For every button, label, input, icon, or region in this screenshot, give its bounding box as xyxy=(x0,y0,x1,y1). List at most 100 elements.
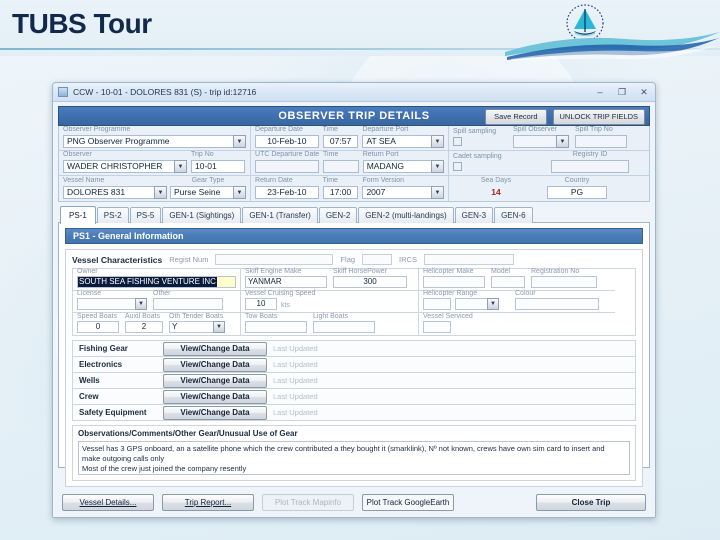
tab-gen-2-multi-landings[interactable]: GEN-2 (multi-landings) xyxy=(358,207,454,223)
fishing-gear-view-change-button[interactable]: View/Change Data xyxy=(163,341,267,356)
field-label: Observer Programme xyxy=(63,126,131,133)
section-title: PS1 - General Information xyxy=(65,228,643,244)
spill-trip-no-input[interactable] xyxy=(575,135,628,148)
chevron-down-icon[interactable]: ▼ xyxy=(431,186,444,199)
chevron-down-icon[interactable]: ▼ xyxy=(431,160,445,173)
utc-departure-date-input[interactable] xyxy=(255,160,320,173)
window-titlebar[interactable]: CCW - 10-01 - DOLORES 831 (S) - trip id:… xyxy=(53,83,655,102)
vessel-serviced-label: Vessel Serviced xyxy=(423,313,473,320)
country-input[interactable]: PG xyxy=(547,186,608,199)
other-input[interactable] xyxy=(153,298,223,310)
chevron-down-icon[interactable]: ▼ xyxy=(233,186,246,199)
spill-observer-input[interactable] xyxy=(513,135,557,148)
chevron-down-icon[interactable]: ▼ xyxy=(487,298,499,310)
safety-equipment-view-change-button[interactable]: View/Change Data xyxy=(163,405,267,420)
field-label: Form Version xyxy=(362,177,405,184)
tab-ps-5[interactable]: PS-5 xyxy=(129,207,162,223)
minimize-icon[interactable]: – xyxy=(592,85,608,99)
field-label: Spill Observer xyxy=(513,126,557,133)
tab-gen-1-sightings[interactable]: GEN-1 (Sightings) xyxy=(162,207,242,223)
tab-ps-1[interactable]: PS-1 xyxy=(60,206,96,224)
chevron-down-icon[interactable]: ▼ xyxy=(431,135,444,148)
tab-gen-2[interactable]: GEN-2 xyxy=(318,207,358,223)
chevron-down-icon[interactable]: ▼ xyxy=(174,160,187,173)
spill-sampling-checkbox[interactable] xyxy=(453,137,463,146)
departure-date-input[interactable]: 10-Feb-10 xyxy=(255,135,319,148)
unlock-trip-fields-button[interactable]: UNLOCK TRIP FIELDS xyxy=(552,109,645,125)
tab-ps-2[interactable]: PS-2 xyxy=(96,207,129,223)
helicopter-range-input[interactable] xyxy=(423,298,451,310)
chevron-down-icon[interactable]: ▼ xyxy=(556,135,570,148)
tow-boats-input[interactable] xyxy=(245,321,307,333)
license-input[interactable] xyxy=(77,298,135,310)
observer-input[interactable]: WADER CHRISTOPHER xyxy=(63,160,174,173)
plot-track-googleearth-button[interactable]: Plot Track GoogleEarth xyxy=(362,493,454,511)
owner-input[interactable]: SOUTH SEA FISHING VENTURE INC xyxy=(77,276,236,288)
trip-report-button[interactable]: Trip Report... xyxy=(162,493,254,511)
cadet-sampling-checkbox[interactable] xyxy=(453,162,463,171)
utc-departure-time-input[interactable] xyxy=(323,160,359,173)
vessel-serviced-input[interactable] xyxy=(423,321,451,333)
close-trip-button[interactable]: Close Trip xyxy=(536,493,646,511)
return-port-input[interactable]: MADANG xyxy=(362,160,432,173)
gear-type-input[interactable]: Purse Seine xyxy=(170,186,233,199)
cruising-speed-unit: kts xyxy=(281,302,290,309)
tab-gen-6[interactable]: GEN-6 xyxy=(494,207,533,223)
wave-graphic xyxy=(505,30,720,62)
vessel-name-input[interactable]: DOLORES 831 xyxy=(63,186,154,199)
trip-fields-grid: Observer Programme PNG Observer Programm… xyxy=(58,126,650,202)
registration-no-input[interactable] xyxy=(531,276,597,288)
field-label: Spill Trip No xyxy=(575,126,613,133)
regist-num-input[interactable] xyxy=(215,254,334,265)
observations-textarea[interactable]: Vessel has 3 GPS onboard, an a satellite… xyxy=(78,441,630,475)
window-controls: – ❐ ✕ xyxy=(592,85,652,99)
return-time-input[interactable]: 17:00 xyxy=(322,186,359,199)
chevron-down-icon[interactable]: ▼ xyxy=(233,135,247,148)
ircs-input[interactable] xyxy=(423,254,514,265)
departure-time-input[interactable]: 07:57 xyxy=(322,135,359,148)
vc-row-owner: Owner SOUTH SEA FISHING VENTURE INC xyxy=(73,268,240,291)
observer-programme-input[interactable]: PNG Observer Programme xyxy=(63,135,234,148)
trip-no-input[interactable]: 10-01 xyxy=(191,160,245,173)
skiff-horsepower-input[interactable]: 300 xyxy=(333,276,407,288)
model-input[interactable] xyxy=(491,276,525,288)
tab-gen-1-transfer[interactable]: GEN-1 (Transfer) xyxy=(242,207,318,223)
sea-days-value: 14 xyxy=(491,187,501,197)
oth-tender-boats-input[interactable]: Y xyxy=(169,321,213,333)
row-label-electronics: Electronics xyxy=(79,360,123,369)
chevron-down-icon[interactable]: ▼ xyxy=(213,321,225,333)
wells-view-change-button[interactable]: View/Change Data xyxy=(163,373,267,388)
close-icon[interactable]: ✕ xyxy=(636,85,652,99)
flag-label: Flag xyxy=(340,255,356,264)
form-version-input[interactable]: 2007 xyxy=(362,186,431,199)
crew-view-change-button[interactable]: View/Change Data xyxy=(163,389,267,404)
departure-port-input[interactable]: AT SEA xyxy=(362,135,431,148)
trip-fields-col-3: Spill sampling Spill Observer ▼ Spill Tr… xyxy=(449,126,649,201)
colour-input[interactable] xyxy=(515,298,599,310)
vessel-cruising-speed-input[interactable]: 10 xyxy=(245,298,277,310)
vc-col-2: Skiff Engine Make YANMAR Skiff HorsePowe… xyxy=(241,268,419,335)
flag-input[interactable] xyxy=(362,254,393,265)
return-date-input[interactable]: 23-Feb-10 xyxy=(255,186,319,199)
auxil-boats-input[interactable]: 2 xyxy=(125,321,163,333)
helicopter-make-label: Helicopter Make xyxy=(423,268,474,275)
tab-gen-3[interactable]: GEN-3 xyxy=(454,207,494,223)
chevron-down-icon[interactable]: ▼ xyxy=(154,186,167,199)
skiff-horsepower-label: Skiff HorsePower xyxy=(333,268,387,275)
speed-boats-input[interactable]: 0 xyxy=(77,321,119,333)
light-boats-input[interactable] xyxy=(313,321,375,333)
save-record-button[interactable]: Save Record xyxy=(485,109,547,125)
electronics-view-change-button[interactable]: View/Change Data xyxy=(163,357,267,372)
registry-id-input[interactable] xyxy=(551,160,630,173)
vessel-characteristics-panel: Vessel Characteristics Regist Num Flag I… xyxy=(65,249,643,487)
helicopter-range-unit-input[interactable] xyxy=(455,298,487,310)
vessel-details-button[interactable]: Vessel Details... xyxy=(62,493,154,511)
skiff-engine-make-input[interactable]: YANMAR xyxy=(245,276,327,288)
vc-row-cruising-speed: Vessel Cruising Speed 10 kts xyxy=(241,290,418,313)
maximize-icon[interactable]: ❐ xyxy=(614,85,630,99)
chevron-down-icon[interactable]: ▼ xyxy=(135,298,147,310)
license-label: License xyxy=(77,290,102,297)
vc-row-vessel-serviced: Vessel Serviced xyxy=(419,313,615,335)
vessel-characteristics-grid: Owner SOUTH SEA FISHING VENTURE INC Lice… xyxy=(72,268,636,336)
helicopter-make-input[interactable] xyxy=(423,276,485,288)
